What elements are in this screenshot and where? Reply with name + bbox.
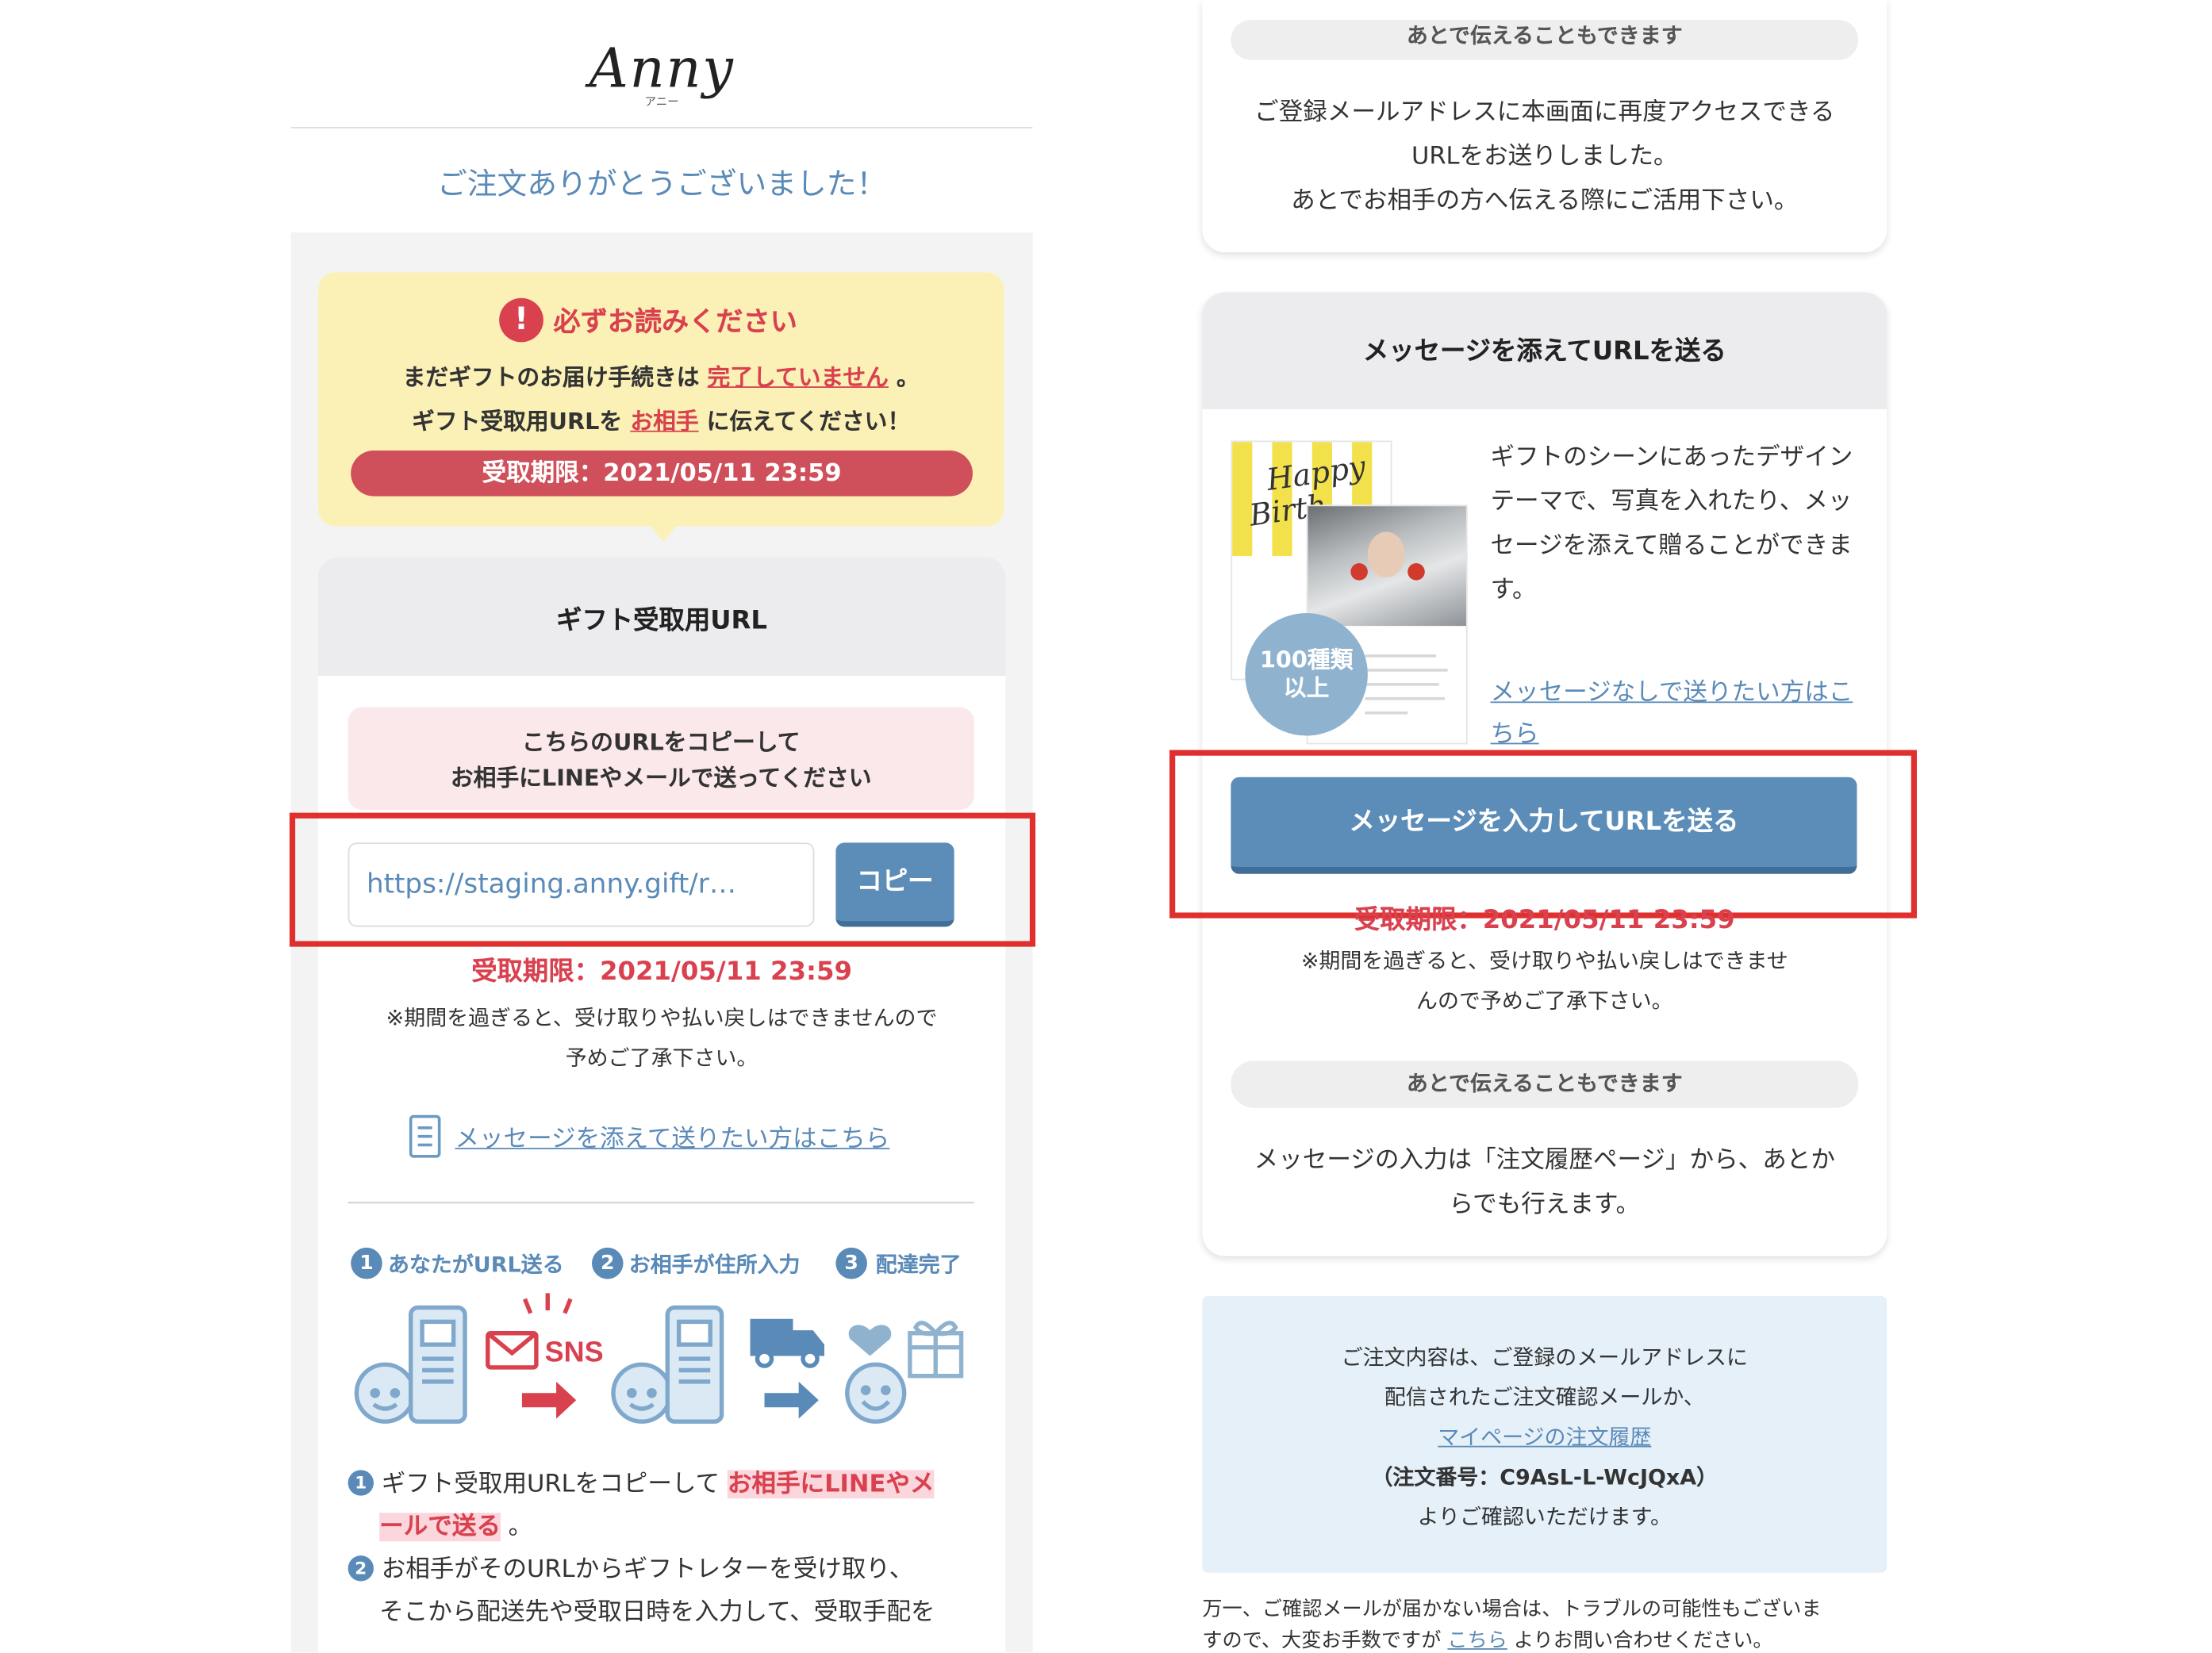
step-2-number: 2	[592, 1247, 624, 1279]
notice-line-2-end: に伝えてください！	[706, 408, 911, 435]
send-with-message-link[interactable]: メッセージを添えて送りたい方はこちら	[455, 1125, 889, 1153]
sender-face-icon	[354, 1362, 417, 1424]
period-note-right: ※期間を過ぎると、受け取りや払い戻しはできませ んので予めご了承下さい。	[1202, 941, 1887, 1021]
email-notice-line-2: URLをお送りしました。	[1411, 142, 1678, 171]
footer-note-line-2: すので、大変お手数ですが	[1202, 1629, 1442, 1653]
period-note: ※期間を過ぎると、受け取りや払い戻しはできませんので 予めご了承下さい。	[318, 998, 1005, 1078]
footer-note-line-2-end: よりお問い合わせください。	[1513, 1629, 1773, 1653]
thumbnail-line	[1365, 669, 1448, 672]
deadline-text: 受取期限：2021/05/11 23:59	[471, 957, 852, 987]
footer-note-line-1: 万一、ご確認メールが届かない場合は、トラブルの可能性もございま	[1202, 1598, 1822, 1621]
desc-1-highlight-b: ールで送る	[379, 1513, 501, 1542]
notice-line-2: ギフト受取用URLを お相手 に伝えてください！	[318, 402, 1004, 436]
thumbnail-line	[1365, 654, 1437, 658]
section-divider	[348, 1202, 974, 1204]
thumbnail-line	[1365, 683, 1439, 686]
deadline-pill: 受取期限：2021/05/11 23:59	[351, 451, 973, 497]
arrow-right-icon-2	[764, 1381, 819, 1419]
email-notice-line-3: あとでお相手の方へ伝える際にご活用下さい。	[1291, 186, 1799, 216]
anny-logo-subtitle: アニー	[644, 95, 679, 109]
copy-instruction-line-1: こちらのURLをコピーして	[521, 728, 801, 756]
later-label-top: あとで伝えることもできます	[1231, 20, 1859, 60]
thumbnail-line	[1365, 711, 1408, 715]
phone-icon	[409, 1305, 467, 1424]
footer-note: 万一、ご確認メールが届かない場合は、トラブルの可能性もございま すので、大変お手…	[1202, 1594, 1887, 1653]
later-text-line-2: らでも行えます。	[1449, 1190, 1641, 1219]
copy-instruction-line-2: お相手にLINEやメールで送ってください	[450, 764, 872, 792]
notice-line-1-text: まだギフトのお届け手続きは	[402, 363, 700, 391]
thumbnail-tomato-1	[1350, 563, 1368, 581]
step-2-label: お相手が住所入力	[628, 1252, 801, 1278]
not-completed-link[interactable]: 完了していません	[708, 363, 889, 390]
screenshot-canvas: Anny アニー ご注文ありがとうございました！ ! 必ずお読みください まだギ…	[0, 0, 2212, 1653]
heart-icon	[848, 1325, 892, 1356]
recipient-face-icon	[611, 1362, 673, 1424]
anny-logo[interactable]: Anny	[291, 37, 1033, 100]
desc-2-line-1: お相手がそのURLからギフトレターを受け取り、	[381, 1555, 914, 1585]
order-info-line-2: 配信されたご注文確認メールか、	[1384, 1384, 1705, 1410]
gift-url-card-title: ギフト受取用URL	[556, 605, 768, 636]
desc-1-end: 。	[508, 1513, 533, 1542]
order-info-text: ご注文内容は、ご登録のメールアドレスに 配信されたご注文確認メールか、 マイペー…	[1202, 1337, 1887, 1537]
step-3-label: 配達完了	[875, 1252, 962, 1278]
mypage-order-history-link[interactable]: マイページの注文履歴	[1438, 1425, 1651, 1450]
step-1-number: 1	[351, 1247, 382, 1279]
design-description: ギフトのシーンにあったデザインテーマで、写真を入れたり、メッセージを添えて贈るこ…	[1490, 443, 1853, 605]
steps-illustration: SNS	[354, 1293, 964, 1424]
desc-1-number: 1	[348, 1470, 374, 1496]
phone-icon-2	[665, 1305, 724, 1424]
message-card-title: メッセージを添えてURLを送る	[1362, 336, 1726, 366]
period-note-right-line-1: ※期間を過ぎると、受け取りや払い戻しはできませ	[1300, 948, 1788, 974]
later-text-line-1: メッセージの入力は「注文履歴ページ」から、あとか	[1254, 1146, 1835, 1176]
notice-line-1: まだギフトのお届け手続きは 完了していません 。	[318, 358, 1004, 392]
notice-box-tail	[648, 524, 678, 543]
highlight-box-send	[1169, 750, 1917, 919]
badge-line-1: 100種類	[1259, 646, 1354, 673]
contact-link[interactable]: こちら	[1447, 1630, 1507, 1653]
period-note-line-1: ※期間を過ぎると、受け取りや払い戻しはできませんので	[386, 1005, 938, 1031]
badge-line-2: 以上	[1283, 674, 1330, 702]
step-3-number: 3	[835, 1247, 867, 1279]
exclamation-circle-icon: !	[499, 297, 543, 343]
notice-line-2-text: ギフト受取用URLを	[412, 408, 623, 435]
period-note-line-2: 予めご了承下さい。	[565, 1045, 758, 1071]
email-notice-text: ご登録メールアドレスに本画面に再度アクセスできる URLをお送りしました。 あと…	[1202, 91, 1887, 224]
thank-you-heading: ご注文ありがとうございました！	[436, 167, 887, 201]
order-number: （注文番号：C9AsL-L-WcJQxA）	[1371, 1464, 1719, 1490]
sns-burst-icon	[523, 1293, 573, 1314]
thumbnail-tomato-2	[1407, 563, 1425, 581]
thumbnail-line	[1365, 697, 1445, 700]
order-info-line-1: ご注文内容は、ご登録のメールアドレスに	[1341, 1344, 1748, 1371]
design-count-badge: 100種類 以上	[1245, 612, 1368, 736]
later-text: メッセージの入力は「注文履歴ページ」から、あとか らでも行えます。	[1202, 1139, 1887, 1227]
highlight-box-url	[289, 812, 1036, 947]
sns-label: SNS	[545, 1336, 604, 1368]
later-label: あとで伝えることもできます	[1231, 1060, 1859, 1108]
step-1-label: あなたがURL送る	[387, 1252, 564, 1278]
notice-title: 必ずお読みください	[553, 306, 797, 339]
gift-box-icon	[908, 1321, 964, 1379]
header-divider	[290, 126, 1033, 128]
message-link-row: メッセージを添えて送りたい方はこちら	[406, 1118, 948, 1153]
order-info-line-3: よりご確認いただけます。	[1417, 1504, 1672, 1530]
desc-1-text: ギフト受取用URLをコピーして	[381, 1470, 720, 1499]
arrow-right-icon	[521, 1381, 577, 1419]
desc-1-highlight-a: お相手にLINEやメ	[727, 1470, 935, 1499]
copy-instruction-text: こちらのURLをコピーして お相手にLINEやメールで送ってください	[348, 724, 974, 796]
recipient-link[interactable]: お相手	[630, 408, 698, 435]
thumbnail-face	[1367, 531, 1405, 578]
deadline-text-right: 受取期限：2021/05/11 23:59	[1354, 905, 1735, 936]
period-note-right-line-2: んので予めご了承下さい。	[1415, 988, 1673, 1014]
truck-icon	[750, 1318, 825, 1368]
send-without-message-link[interactable]: メッセージなしで送りたい方はこちら	[1490, 673, 1864, 755]
step-description-1: 1 ギフト受取用URLをコピーして お相手にLINEやメ ールで送る 。	[348, 1463, 976, 1548]
step-description-2: 2 お相手がそのURLからギフトレターを受け取り、 そこから配送先や受取日時を入…	[348, 1548, 976, 1634]
notice-line-1-end: 。	[896, 363, 920, 391]
email-notice-line-1: ご登録メールアドレスに本画面に再度アクセスできる	[1254, 98, 1835, 127]
desc-2-line-2: そこから配送先や受取日時を入力して、受取手配を	[379, 1598, 935, 1628]
mail-icon	[486, 1331, 539, 1370]
desc-2-number: 2	[348, 1555, 374, 1582]
happy-face-icon	[845, 1362, 907, 1424]
